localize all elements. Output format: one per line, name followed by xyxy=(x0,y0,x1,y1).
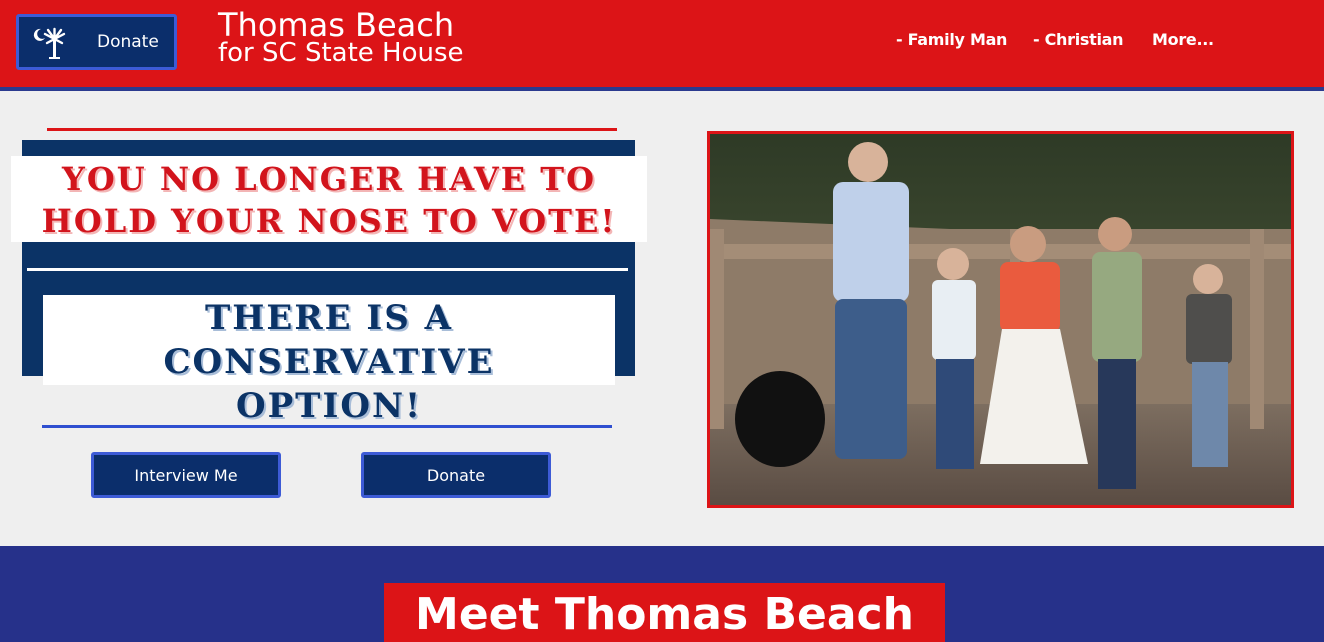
header-donate-button[interactable]: Donate xyxy=(16,14,177,70)
hero-subheadline-line1: THERE IS A CONSERVATIVE xyxy=(163,298,495,382)
palmetto-flag-icon xyxy=(31,25,67,61)
site-title-office: for SC State House xyxy=(218,38,464,68)
hero-headline-line2: HOLD YOUR NOSE TO VOTE! xyxy=(41,202,617,240)
site-title[interactable]: Thomas Beach for SC State House xyxy=(218,8,464,70)
family-photo xyxy=(707,131,1294,508)
header-divider xyxy=(0,87,1324,91)
donate-button[interactable]: Donate xyxy=(361,452,551,498)
hero-subheadline: THERE IS A CONSERVATIVE OPTION! xyxy=(43,296,615,428)
hero-headline: YOU NO LONGER HAVE TO HOLD YOUR NOSE TO … xyxy=(11,156,647,242)
hero-headline-line1: YOU NO LONGER HAVE TO xyxy=(62,160,596,198)
header-donate-label: Donate xyxy=(97,32,159,52)
hero-subheadline-line2: OPTION! xyxy=(235,386,422,426)
interview-me-button[interactable]: Interview Me xyxy=(91,452,281,498)
hero-top-divider xyxy=(47,128,617,131)
site-header xyxy=(0,0,1324,87)
meet-heading: Meet Thomas Beach xyxy=(415,589,914,640)
nav-item-christian[interactable]: - Christian xyxy=(1033,30,1124,49)
nav-item-family-man[interactable]: - Family Man xyxy=(896,30,1007,49)
hero-mid-divider xyxy=(27,268,628,271)
hero-bottom-divider xyxy=(42,425,612,428)
nav-item-more[interactable]: More... xyxy=(1152,30,1214,49)
